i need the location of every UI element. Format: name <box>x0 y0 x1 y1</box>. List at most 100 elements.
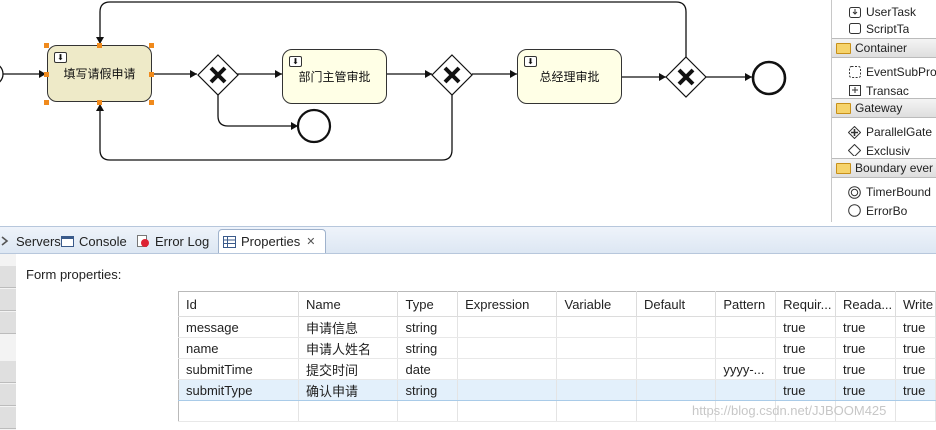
table-cell[interactable]: true <box>775 337 837 359</box>
column-header-expression[interactable]: Expression <box>457 291 558 317</box>
table-cell[interactable] <box>556 316 637 338</box>
exclusive-gateway-1[interactable] <box>197 54 239 96</box>
palette-item-user-task[interactable]: UserTask <box>848 2 916 22</box>
table-cell[interactable] <box>178 400 300 422</box>
table-cell[interactable]: true <box>775 316 837 338</box>
table-cell[interactable]: true <box>895 358 936 380</box>
column-header-default[interactable]: Default <box>636 291 717 317</box>
table-cell[interactable] <box>397 400 459 422</box>
table-cell[interactable]: true <box>835 379 896 401</box>
column-header-required[interactable]: Requir... <box>775 291 837 317</box>
column-header-id[interactable]: Id <box>178 291 300 317</box>
table-cell[interactable] <box>457 379 558 401</box>
table-cell[interactable] <box>636 316 717 338</box>
section-tab[interactable] <box>0 289 16 311</box>
table-cell[interactable]: string <box>397 316 459 338</box>
tab-properties[interactable]: Properties ✕ <box>218 229 326 253</box>
section-tab[interactable] <box>0 266 16 288</box>
close-icon[interactable]: ✕ <box>306 235 315 248</box>
table-row[interactable]: name 申请人姓名 string true true true <box>178 337 936 359</box>
exclusive-gateway-3[interactable] <box>665 56 707 98</box>
table-row[interactable]: submitTime 提交时间 date yyyy-... true true true <box>178 358 936 380</box>
table-cell[interactable]: message <box>178 316 300 338</box>
section-tab[interactable] <box>0 361 16 383</box>
table-cell[interactable] <box>457 358 558 380</box>
user-task-gm-approval[interactable]: ⬇ 总经理审批 <box>517 49 622 104</box>
table-cell[interactable]: true <box>835 358 896 380</box>
table-cell[interactable]: submitType <box>178 379 300 401</box>
resize-handle[interactable] <box>97 100 102 105</box>
table-cell[interactable]: true <box>835 316 896 338</box>
table-cell[interactable]: string <box>397 337 459 359</box>
table-cell[interactable] <box>457 400 558 422</box>
column-header-type[interactable]: Type <box>397 291 459 317</box>
bpmn-diagram-canvas[interactable]: ⬇ 填写请假申请 ⬇ 部门主管审批 ⬇ 总经理审批 <box>0 0 830 222</box>
resize-handle[interactable] <box>44 43 49 48</box>
table-scrollbar[interactable] <box>170 291 178 430</box>
table-cell[interactable]: 提交时间 <box>298 358 399 380</box>
table-cell[interactable] <box>556 358 637 380</box>
palette-item-timer-boundary[interactable]: TimerBound <box>848 182 931 202</box>
palette-drawer-gateway[interactable]: Gateway <box>832 98 936 118</box>
table-cell[interactable] <box>715 316 777 338</box>
end-event-1[interactable] <box>296 108 332 144</box>
resize-handle[interactable] <box>44 100 49 105</box>
user-task-dept-approval[interactable]: ⬇ 部门主管审批 <box>282 49 387 104</box>
exclusive-gateway-2[interactable] <box>431 54 473 96</box>
palette-item-event-subprocess[interactable]: EventSubPro <box>848 62 936 82</box>
table-cell[interactable]: name <box>178 337 300 359</box>
resize-handle[interactable] <box>44 72 49 77</box>
section-tab[interactable] <box>0 312 16 334</box>
tab-console[interactable]: Console <box>61 229 127 253</box>
column-header-readable[interactable]: Reada... <box>835 291 896 317</box>
resize-handle[interactable] <box>149 72 154 77</box>
palette-item-script-task[interactable]: ScriptTa <box>848 22 909 34</box>
table-cell[interactable]: true <box>775 358 837 380</box>
column-header-pattern[interactable]: Pattern <box>715 291 777 317</box>
table-cell[interactable]: true <box>835 337 896 359</box>
palette-drawer-boundary-events[interactable]: Boundary ever <box>832 158 936 178</box>
table-row[interactable]: message 申请信息 string true true true <box>178 316 936 338</box>
palette-drawer-container[interactable]: Container <box>832 38 936 58</box>
column-header-writable[interactable]: Write <box>895 291 936 317</box>
table-cell[interactable]: date <box>397 358 459 380</box>
table-cell[interactable] <box>457 337 558 359</box>
palette-item-exclusive-gateway[interactable]: Exclusiv <box>848 144 910 156</box>
column-header-name[interactable]: Name <box>298 291 399 317</box>
table-cell[interactable]: true <box>895 337 936 359</box>
palette-item-error-boundary[interactable]: ErrorBo <box>848 204 907 218</box>
table-cell[interactable] <box>457 316 558 338</box>
user-task-apply-leave[interactable]: ⬇ 填写请假申请 <box>47 45 152 102</box>
table-cell[interactable] <box>715 337 777 359</box>
end-event-2[interactable] <box>751 60 787 96</box>
table-row[interactable]: submitType 确认申请 string true true true <box>178 379 936 401</box>
tab-error-log[interactable]: Error Log <box>137 229 209 253</box>
tab-servers[interactable]: Servers <box>0 229 61 253</box>
section-tab[interactable] <box>0 407 16 429</box>
palette-item-transaction[interactable]: Transac <box>848 84 909 96</box>
resize-handle[interactable] <box>149 100 154 105</box>
table-cell[interactable] <box>636 379 717 401</box>
table-cell[interactable] <box>636 337 717 359</box>
table-cell[interactable]: yyyy-... <box>715 358 777 380</box>
start-event[interactable] <box>0 63 4 85</box>
table-cell[interactable]: true <box>895 379 936 401</box>
column-header-variable[interactable]: Variable <box>556 291 637 317</box>
table-cell[interactable] <box>715 379 777 401</box>
table-cell[interactable] <box>298 400 399 422</box>
table-cell[interactable] <box>636 358 717 380</box>
resize-handle[interactable] <box>149 43 154 48</box>
table-cell[interactable]: true <box>895 316 936 338</box>
table-cell[interactable]: 申请信息 <box>298 316 399 338</box>
table-cell[interactable]: string <box>397 379 459 401</box>
table-cell[interactable]: submitTime <box>178 358 300 380</box>
table-cell[interactable] <box>556 337 637 359</box>
table-cell[interactable]: 确认申请 <box>298 379 399 401</box>
table-cell[interactable]: true <box>775 379 837 401</box>
table-cell[interactable] <box>556 379 637 401</box>
table-cell[interactable]: 申请人姓名 <box>298 337 399 359</box>
table-cell[interactable] <box>895 400 936 422</box>
palette-item-parallel-gateway[interactable]: ParallelGate <box>848 122 932 142</box>
table-cell[interactable] <box>556 400 637 422</box>
resize-handle[interactable] <box>97 43 102 48</box>
